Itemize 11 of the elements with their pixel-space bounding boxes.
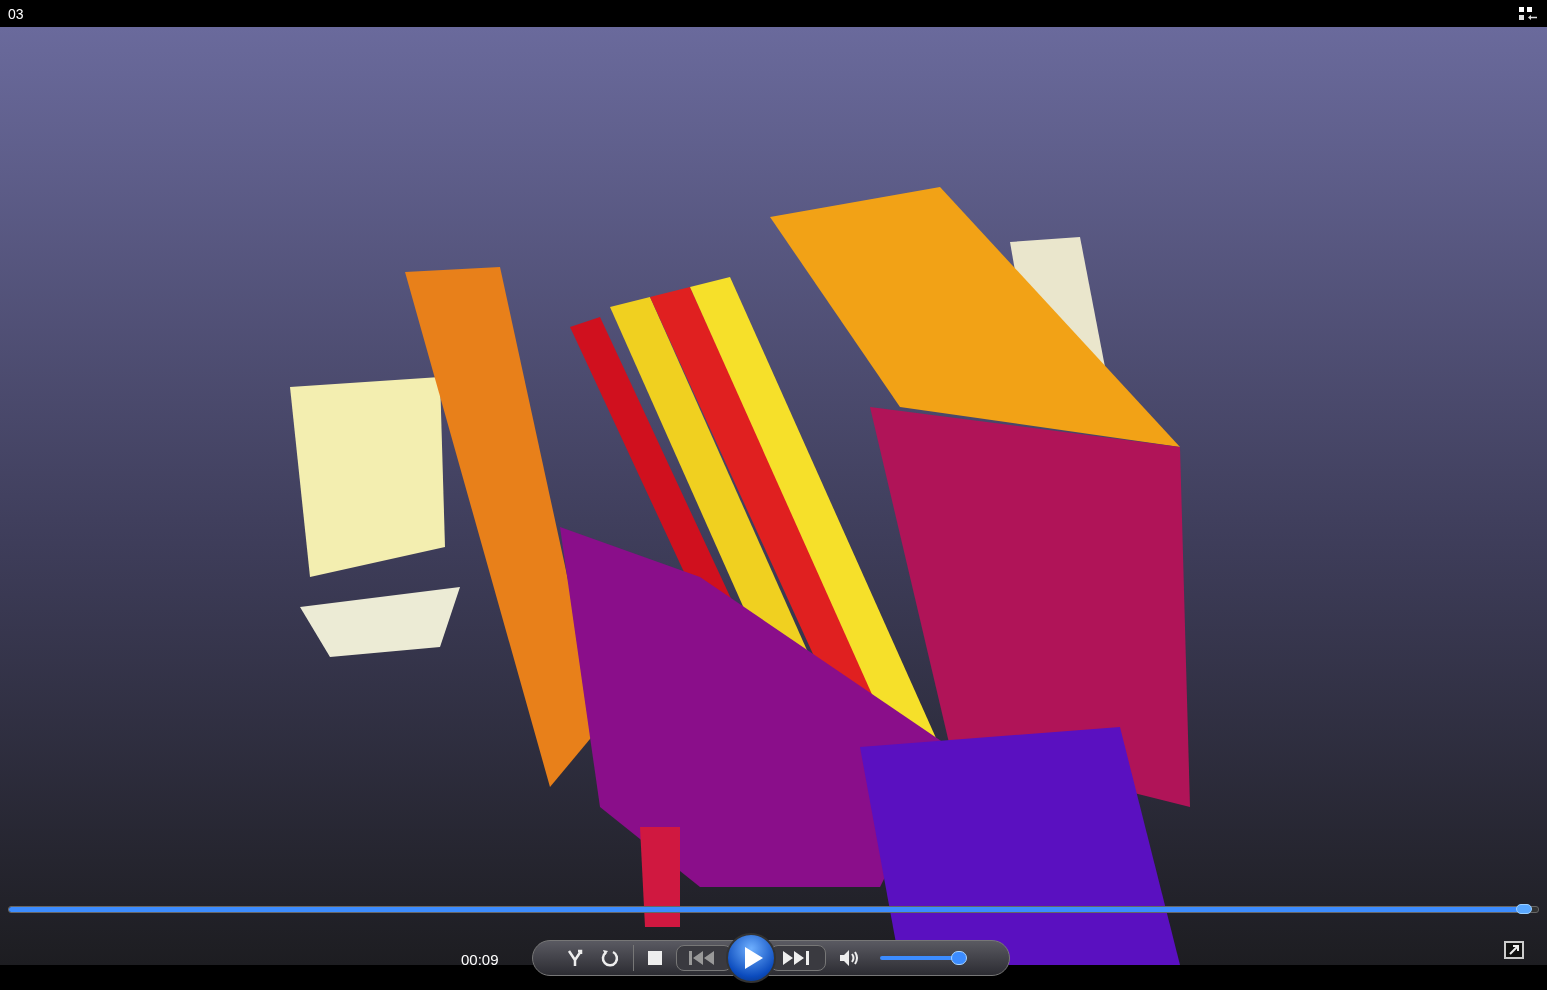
- volume-slider[interactable]: [880, 951, 966, 965]
- seek-bar[interactable]: [8, 904, 1539, 914]
- fullscreen-icon[interactable]: [1504, 941, 1524, 959]
- seek-thumb[interactable]: [1515, 904, 1532, 914]
- elapsed-time: 00:09: [461, 951, 499, 968]
- window-title: 03: [8, 5, 24, 22]
- shuffle-icon[interactable]: [565, 948, 585, 968]
- repeat-icon[interactable]: [599, 948, 619, 968]
- layout-switch-icon[interactable]: [1519, 6, 1537, 21]
- play-icon: [743, 947, 763, 969]
- volume-thumb[interactable]: [951, 951, 968, 965]
